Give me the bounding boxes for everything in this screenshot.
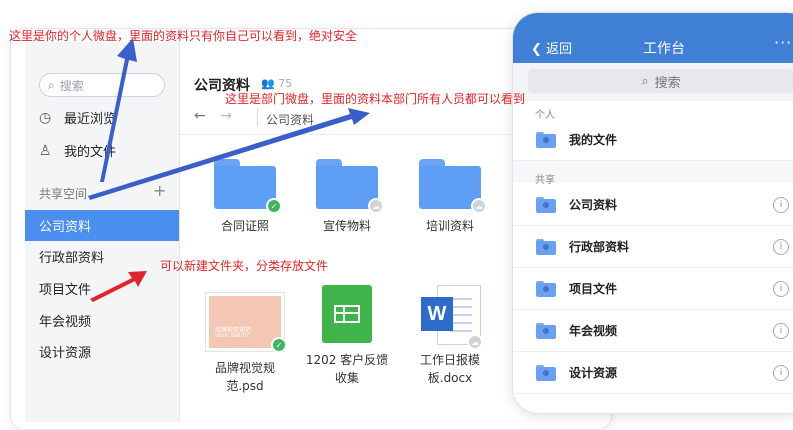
arrow-personal (100, 38, 137, 182)
annotation-new-folder: 可以新建文件夹，分类存放文件 (160, 259, 329, 273)
arrow-newfolder (90, 271, 147, 302)
annotation-department: 这里是部门微盘，里面的资料本部门所有人员都可以看到 (225, 92, 526, 106)
annotation-personal: 这里是你的个人微盘，里面的资料只有你自己可以看到，绝对安全 (9, 29, 358, 43)
annotation-arrows (88, 38, 370, 302)
arrow-department (88, 108, 370, 200)
